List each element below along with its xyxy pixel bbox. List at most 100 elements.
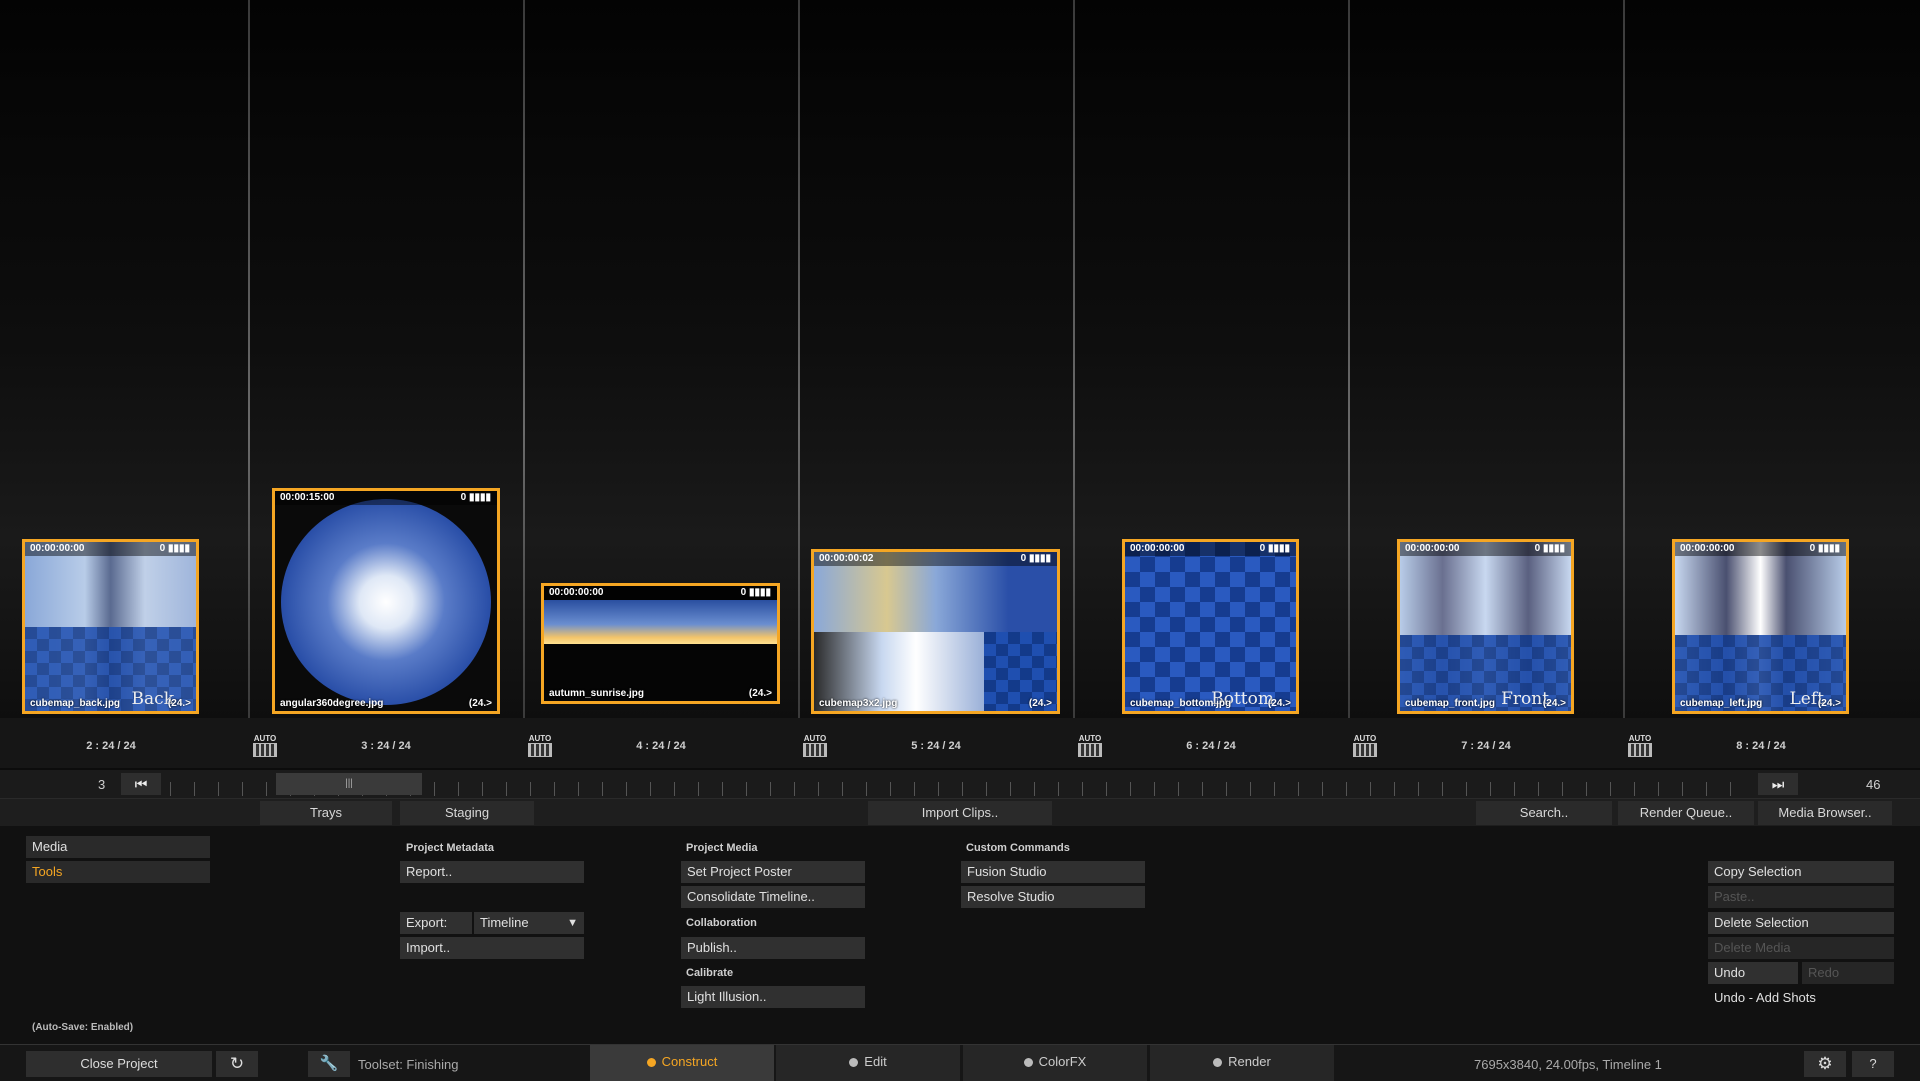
shot-label: 4 : 24 / 24 — [636, 740, 686, 752]
clip-rate: (24.> — [468, 698, 492, 709]
delete-media-button[interactable]: Delete Media — [1708, 937, 1894, 959]
resolve-studio-button[interactable]: Resolve Studio — [961, 886, 1145, 908]
shot-label: 2 : 24 / 24 — [86, 740, 136, 752]
search-button[interactable]: Search.. — [1476, 801, 1612, 825]
clip-image — [544, 600, 777, 644]
close-project-button[interactable]: Close Project — [26, 1051, 212, 1077]
autosave-status: (Auto-Save: Enabled) — [32, 1022, 134, 1033]
redo-button[interactable]: Redo — [1802, 962, 1894, 984]
toolset-label: Toolset: Finishing — [358, 1057, 459, 1072]
go-to-start-button[interactable]: ⏮ — [121, 773, 161, 795]
media-browser-button[interactable]: Media Browser.. — [1758, 801, 1892, 825]
current-shot-number: 3 — [98, 777, 106, 792]
clip-filename: autumn_sunrise.jpg — [549, 688, 645, 699]
clip-thumbnail[interactable]: 00:00:00:00 0 ▮▮▮▮ autumn_sunrise.jpg (2… — [541, 583, 780, 704]
calibrate-header: Calibrate — [686, 967, 734, 979]
auto-label: AUTO — [528, 734, 552, 743]
publish-button[interactable]: Publish.. — [681, 937, 865, 959]
fusion-studio-button[interactable]: Fusion Studio — [961, 861, 1145, 883]
consolidate-timeline-button[interactable]: Consolidate Timeline.. — [681, 886, 865, 908]
tab-construct[interactable]: Construct — [590, 1045, 774, 1081]
export-select[interactable]: Timeline ▼ — [474, 912, 584, 934]
mode-dot-icon — [646, 1058, 656, 1067]
collaboration-header: Collaboration — [686, 917, 757, 929]
clip-filename: cubemap_bottom.jpg — [1130, 698, 1232, 709]
set-project-poster-button[interactable]: Set Project Poster — [681, 861, 865, 883]
clip-image — [281, 499, 491, 705]
panel-tab-bar: Trays Staging Import Clips.. Search.. Re… — [0, 798, 1920, 827]
clip-rate: (24.> — [1267, 698, 1291, 709]
clip-rate: (24.> — [167, 698, 191, 709]
tab-edit[interactable]: Edit — [776, 1045, 960, 1081]
auto-transition-button[interactable]: AUTO — [800, 734, 830, 760]
shot-divider — [523, 0, 525, 720]
auto-transition-button[interactable]: AUTO — [250, 734, 280, 760]
auto-label: AUTO — [1078, 734, 1102, 743]
clip-meta: 0 ▮▮▮▮ — [1259, 543, 1290, 554]
auto-transition-button[interactable]: AUTO — [1075, 734, 1105, 760]
auto-label: AUTO — [803, 734, 827, 743]
clip-thumbnail[interactable]: 00:00:15:00 0 ▮▮▮▮ angular360degree.jpg … — [272, 488, 500, 714]
auto-transition-button[interactable]: AUTO — [1350, 734, 1380, 760]
tab-render[interactable]: Render — [1150, 1045, 1334, 1081]
project-media-header: Project Media — [686, 842, 758, 854]
light-illusion-button[interactable]: Light Illusion.. — [681, 986, 865, 1008]
clip-meta: 0 ▮▮▮▮ — [460, 492, 491, 503]
gear-icon[interactable]: ⚙ — [1804, 1051, 1846, 1077]
clip-filename: cubemap3x2.jpg — [819, 698, 898, 709]
shot-divider — [1073, 0, 1075, 720]
sidebar-item-tools[interactable]: Tools — [26, 861, 210, 883]
undo-button[interactable]: Undo — [1708, 962, 1798, 984]
auto-transition-button[interactable]: AUTO — [525, 734, 555, 760]
shot-divider — [248, 0, 250, 720]
shot-label: 5 : 24 / 24 — [911, 740, 961, 752]
undo-status: Undo - Add Shots — [1714, 990, 1816, 1005]
film-icon — [803, 743, 827, 757]
clip-rate: (24.> — [1028, 698, 1052, 709]
import-button[interactable]: Import.. — [400, 937, 584, 959]
film-icon — [253, 743, 277, 757]
clip-rate: (24.> — [748, 688, 772, 699]
export-select-value: Timeline — [480, 915, 529, 930]
clip-thumbnail[interactable]: 00:00:00:02 0 ▮▮▮▮ cubemap3x2.jpg (24.> — [811, 549, 1060, 714]
shot-divider — [1348, 0, 1350, 720]
sidebar-item-media[interactable]: Media — [26, 836, 210, 858]
tab-trays[interactable]: Trays — [260, 801, 392, 825]
refresh-icon[interactable]: ↻ — [216, 1051, 258, 1077]
film-icon — [1353, 743, 1377, 757]
clip-thumbnail[interactable]: 00:00:00:00 0 ▮▮▮▮ Front cubemap_front.j… — [1397, 539, 1574, 714]
clip-thumbnail[interactable]: 00:00:00:00 0 ▮▮▮▮ Bottom cubemap_bottom… — [1122, 539, 1299, 714]
scrubber-thumb[interactable]: ||| — [276, 773, 422, 795]
clip-face-label: Front — [1501, 689, 1549, 709]
report-button[interactable]: Report.. — [400, 861, 584, 883]
auto-label: AUTO — [1353, 734, 1377, 743]
total-shot-number: 46 — [1866, 777, 1881, 792]
chevron-down-icon: ▼ — [567, 917, 578, 929]
export-label: Export: — [400, 912, 472, 934]
clip-thumbnail[interactable]: 00:00:00:00 0 ▮▮▮▮ Left cubemap_left.jpg… — [1672, 539, 1849, 714]
tab-staging[interactable]: Staging — [400, 801, 534, 825]
help-button[interactable]: ? — [1852, 1051, 1894, 1077]
custom-commands-header: Custom Commands — [966, 842, 1070, 854]
film-icon — [1628, 743, 1652, 757]
go-to-end-button[interactable]: ⏭ — [1758, 773, 1798, 795]
auto-transition-button[interactable]: AUTO — [1625, 734, 1655, 760]
mode-dot-icon — [1023, 1058, 1033, 1067]
project-status: 7695x3840, 24.00fps, Timeline 1 — [1474, 1057, 1662, 1072]
tools-panel: Media Tools Project Metadata Report.. Ex… — [0, 826, 1920, 1044]
render-queue-button[interactable]: Render Queue.. — [1618, 801, 1754, 825]
clip-thumbnail[interactable]: 00:00:00:00 0 ▮▮▮▮ Back cubemap_back.jpg… — [22, 539, 199, 714]
import-clips-button[interactable]: Import Clips.. — [868, 801, 1052, 825]
clip-rate: (24.> — [1817, 698, 1841, 709]
copy-selection-button[interactable]: Copy Selection — [1708, 861, 1894, 883]
timeline-scrubber[interactable]: 3 ⏮ ||| ⏭ 46 — [0, 770, 1920, 798]
film-icon — [1078, 743, 1102, 757]
wrench-icon[interactable]: 🔧 — [308, 1051, 350, 1077]
mode-dot-icon — [849, 1058, 859, 1067]
shot-label: 7 : 24 / 24 — [1461, 740, 1511, 752]
tab-colorfx[interactable]: ColorFX — [963, 1045, 1147, 1081]
paste-button[interactable]: Paste.. — [1708, 886, 1894, 908]
shot-label: 6 : 24 / 24 — [1186, 740, 1236, 752]
delete-selection-button[interactable]: Delete Selection — [1708, 912, 1894, 934]
clip-rate: (24.> — [1542, 698, 1566, 709]
